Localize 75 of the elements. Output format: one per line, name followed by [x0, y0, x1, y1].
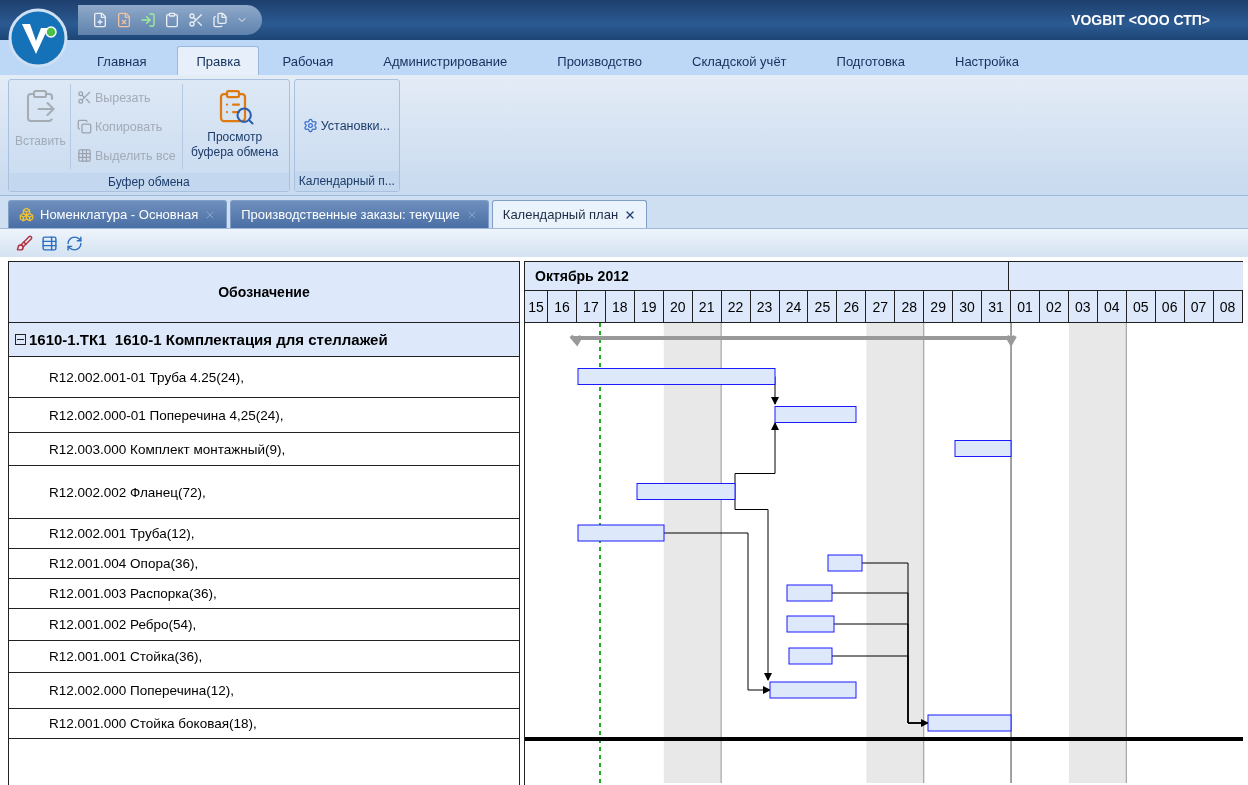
day-header: 29 — [924, 291, 954, 322]
task-name: R12.001.004 Опора(36), — [9, 549, 519, 579]
settings-button[interactable]: Установки... — [300, 112, 392, 139]
task-name: R12.001.003 Распорка(36), — [9, 579, 519, 609]
scissors-icon — [76, 90, 92, 105]
day-header: 20 — [663, 291, 693, 322]
day-header: 01 — [1011, 291, 1040, 322]
grid-icon — [76, 148, 92, 163]
day-header: 05 — [1126, 291, 1156, 322]
task-bar[interactable] — [636, 483, 736, 500]
group-label: Буфер обмена — [9, 173, 289, 191]
task-name: R12.002.000 Поперечина(12), — [9, 673, 519, 709]
task-bar[interactable] — [954, 440, 1012, 457]
settings-icon — [302, 118, 318, 133]
day-header: 02 — [1039, 291, 1069, 322]
group-row[interactable]: 1610-1.ТК1 1610-1 Комплектация для стеллажей — [9, 323, 519, 357]
day-header: 27 — [866, 291, 896, 322]
ribbon-tab[interactable]: Правка — [177, 46, 260, 75]
clipboard-icon[interactable] — [164, 12, 180, 28]
task-bar[interactable] — [577, 368, 776, 385]
day-header: 24 — [779, 291, 809, 322]
day-header: 22 — [721, 291, 751, 322]
copy-icon[interactable] — [212, 12, 228, 28]
brush-icon[interactable] — [16, 234, 33, 252]
ribbon-tab[interactable]: Главная — [78, 46, 166, 75]
ribbon-tab[interactable]: Подготовка — [817, 46, 924, 75]
task-name: R12.002.000-01 Поперечина 4,25(24), — [9, 398, 519, 433]
day-header: 21 — [692, 291, 722, 322]
group-label: Календарный п... — [294, 171, 399, 191]
task-name: R12.002.001-01 Труба 4.25(24), — [9, 357, 519, 398]
task-name: R12.001.002 Ребро(54), — [9, 609, 519, 641]
ribbon-tab[interactable]: Рабочая — [263, 46, 353, 75]
task-name: R12.002.002 Фланец(72), — [9, 466, 519, 519]
day-header: 19 — [634, 291, 664, 322]
document-tab[interactable]: Производственные заказы: текущие — [230, 200, 489, 228]
document-tab[interactable]: Номенклатура - Основная — [8, 200, 228, 228]
day-header: 17 — [576, 291, 606, 322]
day-header: 06 — [1155, 291, 1185, 322]
boxes-icon — [19, 207, 34, 222]
window-title: VOGBIT <ООО СТП> — [1071, 12, 1210, 28]
ribbon-tab[interactable]: Настройка — [936, 46, 1038, 75]
day-header: 07 — [1184, 291, 1214, 322]
ribbon-tab[interactable]: Администрирование — [364, 46, 527, 75]
delete-file-icon[interactable] — [116, 12, 132, 28]
task-bar[interactable] — [774, 406, 857, 423]
task-name: R12.001.000 Стойка боковая(18), — [9, 709, 519, 739]
day-header: 30 — [953, 291, 983, 322]
day-header: 16 — [548, 291, 577, 322]
day-header: 23 — [750, 291, 780, 322]
day-header: 18 — [605, 291, 635, 322]
column-header: Обозначение — [9, 262, 519, 323]
day-header: 25 — [808, 291, 838, 322]
month-header: Октябрь 2012 — [525, 262, 1009, 290]
day-header: 31 — [982, 291, 1011, 322]
day-header: 03 — [1068, 291, 1098, 322]
day-header: 15 — [525, 291, 548, 322]
day-header: 26 — [837, 291, 867, 322]
new-file-icon[interactable] — [92, 12, 108, 28]
day-header: 08 — [1213, 291, 1243, 322]
ribbon-tab[interactable]: Производство — [538, 46, 662, 75]
copy-icon — [76, 119, 92, 134]
document-tab[interactable]: Календарный план — [491, 200, 648, 228]
refresh-icon[interactable] — [66, 234, 83, 252]
table-icon[interactable] — [41, 234, 58, 252]
scissors-icon[interactable] — [188, 12, 204, 28]
login-icon[interactable] — [140, 12, 156, 28]
day-header: 04 — [1097, 291, 1127, 322]
clipboard-view-button[interactable]: Просмотр буфера обмена — [182, 84, 287, 169]
task-name: R12.001.001 Стойка(36), — [9, 641, 519, 673]
group-label: 1610-1.ТК1 1610-1 Комплектация для стеллажей — [29, 331, 388, 348]
task-name: R12.002.001 Труба(12), — [9, 519, 519, 549]
collapse-icon[interactable] — [15, 334, 26, 345]
ribbon-tab[interactable]: Складской учёт — [673, 46, 806, 75]
task-name: R12.003.000 Комплект монтажный(9), — [9, 433, 519, 466]
day-header: 28 — [895, 291, 925, 322]
